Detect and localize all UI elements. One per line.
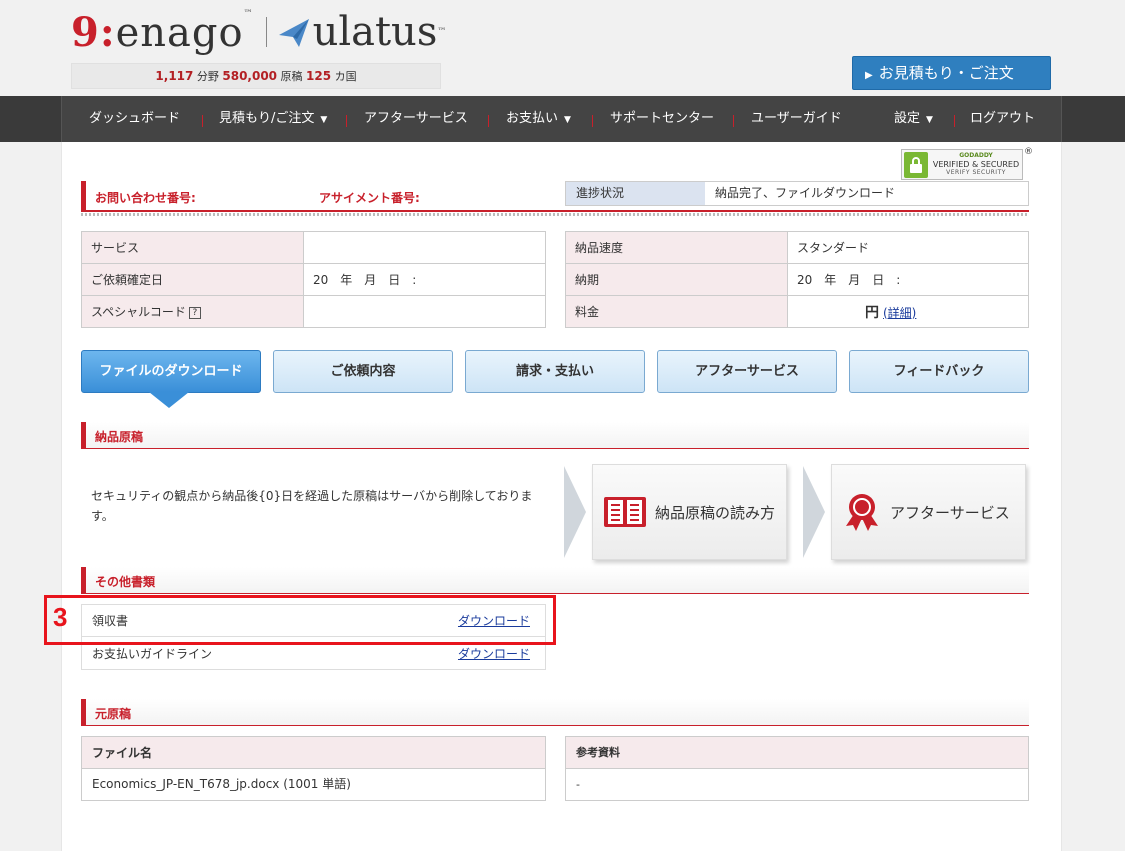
order-date-label: ご依頼確定日 — [81, 263, 304, 296]
caret-down-icon: ▼ — [564, 115, 571, 125]
chevron-right-icon — [803, 466, 825, 558]
caret-down-icon: ▼ — [926, 115, 933, 125]
progress-label: 進捗状況 — [566, 182, 705, 205]
section-marker — [81, 567, 86, 594]
section-marker — [81, 422, 86, 449]
nav-separator — [733, 115, 734, 127]
reference-table: 参考資料 - — [565, 736, 1029, 801]
lock-icon — [904, 151, 928, 178]
fee-value: 円 (詳細) — [787, 295, 1029, 328]
service-label: サービス — [81, 231, 304, 264]
nav-after-service[interactable]: アフターサービス — [364, 96, 468, 142]
award-ribbon-icon — [842, 492, 882, 532]
active-tab-pointer — [149, 392, 189, 408]
nav-separator — [202, 115, 203, 127]
tab-billing-payment[interactable]: 請求・支払い — [465, 350, 645, 393]
reference-header: 参考資料 — [566, 737, 1028, 769]
order-info-left: サービス ご依頼確定日 20 年 月 日 : スペシャルコード? — [81, 231, 546, 328]
after-service-button[interactable]: アフターサービス — [831, 464, 1026, 560]
site-stats: 1,117 分野 580,000 原稿 125 カ国 — [71, 63, 441, 89]
deadline-label: 納期 — [565, 263, 788, 296]
tab-order-details[interactable]: ご依頼内容 — [273, 350, 453, 393]
main-nav: ダッシュボード 見積もり/ご注文 ▼ アフターサービス お支払い ▼ サポートセンタ… — [0, 96, 1125, 142]
payment-guideline-download-link[interactable]: ダウンロード — [458, 645, 530, 662]
chevron-right-icon — [564, 466, 586, 558]
order-status-bar: お問い合わせ番号: アサイメント番号: 進捗状況 納品完了、ファイルダウンロード — [81, 181, 1029, 216]
special-code-value — [303, 295, 546, 328]
fee-label: 料金 — [565, 295, 788, 328]
delivery-speed-label: 納品速度 — [565, 231, 788, 264]
caret-down-icon: ▼ — [320, 115, 328, 125]
nav-quote-order[interactable]: 見積もり/ご注文 ▼ — [219, 96, 327, 142]
after-service-label: アフターサービス — [890, 503, 1010, 522]
nav-logout[interactable]: ログアウト — [970, 96, 1035, 142]
godaddy-seal[interactable]: GODADDY VERIFIED & SECURED VERIFY SECURI… — [901, 149, 1023, 180]
service-value — [303, 231, 546, 264]
section-title: 納品原稿 — [95, 430, 144, 444]
file-name-header: ファイル名 — [82, 737, 545, 769]
deletion-notice: セキュリティの観点から納品後{0}日を経過した原稿はサーバから削除しております。 — [91, 489, 533, 523]
progress-box: 進捗状況 納品完了、ファイルダウンロード — [565, 181, 1029, 206]
tab-feedback[interactable]: フィードバック — [849, 350, 1029, 393]
assignment-number-label: アサイメント番号: — [319, 191, 420, 205]
tab-file-download[interactable]: ファイルのダウンロード — [81, 350, 261, 393]
enago-logo: 9:enago™ — [71, 8, 254, 56]
nav-user-guide[interactable]: ユーザーガイド — [751, 96, 842, 142]
section-marker — [81, 181, 86, 212]
nav-support-center[interactable]: サポートセンター — [610, 96, 714, 142]
help-icon[interactable]: ? — [188, 306, 201, 319]
section-marker — [81, 699, 86, 726]
site-logo[interactable]: 9:enago™ ulatus ™ — [71, 8, 446, 56]
reference-value: - — [576, 778, 580, 791]
order-info-right: 納品速度 スタンダード 納期 20 年 月 日 : 料金 円 (詳細) — [565, 231, 1029, 328]
logo-divider — [265, 17, 267, 47]
registered-mark: ® — [1024, 147, 1033, 157]
highlight-step-number: 3 — [53, 602, 68, 632]
nav-separator — [954, 115, 955, 127]
deadline-value: 20 年 月 日 : — [787, 263, 1029, 296]
quote-order-button[interactable]: ▶ お見積もり・ご注文 — [852, 56, 1051, 90]
book-icon — [603, 494, 647, 530]
section-title: 元原稿 — [95, 707, 132, 721]
tab-after-service[interactable]: アフターサービス — [657, 350, 837, 393]
ulatus-logo: ulatus ™ — [277, 9, 446, 55]
file-name-value: Economics_JP-EN_T678_jp.docx (1001 単語) — [92, 777, 351, 791]
badge-line: GODADDY — [959, 152, 993, 159]
delivered-section-header: 納品原稿 — [81, 422, 1029, 449]
inquiry-number-label: お問い合わせ番号: — [95, 191, 196, 205]
nav-separator — [346, 115, 347, 127]
delivery-speed-value: スタンダード — [787, 231, 1029, 264]
highlight-box — [44, 595, 556, 645]
nav-payment[interactable]: お支払い ▼ — [506, 96, 571, 142]
badge-line: VERIFY SECURITY — [946, 169, 1006, 176]
nav-dashboard[interactable]: ダッシュボード — [89, 96, 180, 142]
section-title: その他書類 — [95, 575, 156, 589]
how-to-read-button[interactable]: 納品原稿の読み方 — [592, 464, 787, 560]
nav-separator — [488, 115, 489, 127]
special-code-label: スペシャルコード? — [81, 295, 304, 328]
progress-value: 納品完了、ファイルダウンロード — [715, 186, 896, 200]
fee-details-link[interactable]: (詳細) — [883, 306, 916, 320]
original-section-header: 元原稿 — [81, 699, 1029, 726]
payment-guideline-label: お支払いガイドライン — [92, 646, 213, 661]
other-docs-section-header: その他書類 — [81, 567, 1029, 594]
play-arrow-icon: ▶ — [865, 70, 873, 81]
badge-line: VERIFIED & SECURED — [932, 160, 1020, 169]
nav-separator — [592, 115, 593, 127]
paper-plane-icon — [278, 19, 309, 47]
nav-settings[interactable]: 設定 ▼ — [894, 96, 933, 142]
currency-yen: 円 — [865, 304, 879, 321]
order-date-value: 20 年 月 日 : — [303, 263, 546, 296]
how-to-read-label: 納品原稿の読み方 — [655, 503, 776, 522]
original-file-table: ファイル名 Economics_JP-EN_T678_jp.docx (1001… — [81, 736, 546, 801]
